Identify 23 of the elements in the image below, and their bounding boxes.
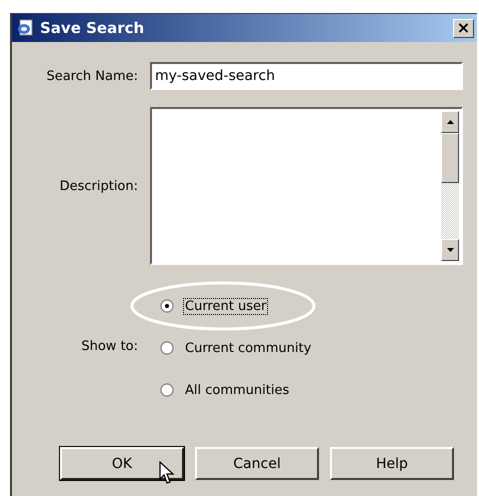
search-name-field[interactable]: my-saved-search	[150, 62, 463, 90]
description-field[interactable]	[150, 107, 463, 265]
up-arrow-icon	[446, 120, 454, 124]
window-title: Save Search	[40, 19, 146, 37]
cursor-icon	[159, 461, 175, 485]
scroll-down-button[interactable]	[441, 239, 459, 261]
radio-label[interactable]: Current user	[183, 298, 268, 314]
radio-button[interactable]	[160, 299, 174, 313]
dialog-button[interactable]: Cancel	[195, 447, 319, 480]
field-label: Search Name:	[46, 68, 138, 84]
close-button[interactable]: ×	[453, 18, 474, 38]
dialog-button[interactable]: Help	[330, 447, 454, 480]
down-arrow-icon	[446, 248, 454, 252]
scroll-up-button[interactable]	[441, 111, 459, 133]
field-label: Show to:	[81, 339, 138, 354]
radio-button[interactable]	[160, 341, 174, 355]
radio-label[interactable]: All communities	[183, 382, 292, 398]
radio-label[interactable]: Current community	[183, 340, 314, 356]
field-label: Description:	[60, 178, 138, 194]
radio-button[interactable]	[160, 383, 174, 397]
scroll-thumb[interactable]	[441, 133, 459, 183]
scrollbar[interactable]	[441, 111, 459, 261]
browser-icon	[16, 19, 34, 37]
